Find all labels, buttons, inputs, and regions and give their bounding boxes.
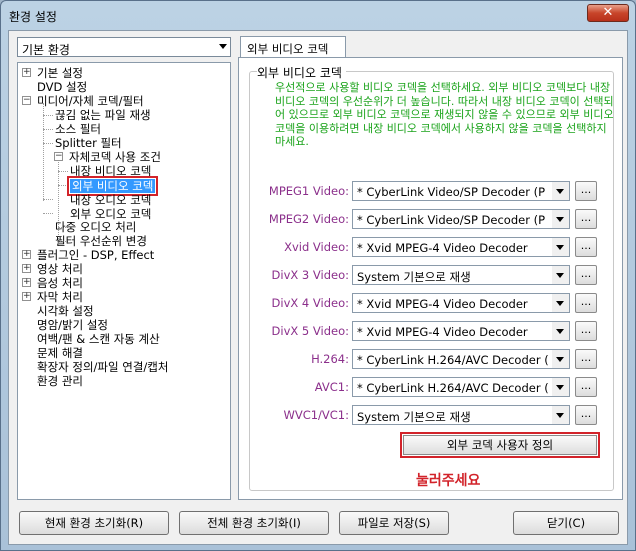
collapse-icon[interactable]: − — [54, 152, 63, 161]
tree-item-troubleshoot[interactable]: 문제 해결 — [37, 346, 83, 360]
divx5-label: DivX 5 Video: — [271, 324, 349, 338]
mpeg2-more-button[interactable]: ... — [575, 209, 597, 229]
group-title: 외부 비디오 코덱 — [257, 64, 346, 81]
xvid-more-button[interactable]: ... — [575, 237, 597, 257]
divx3-label: DivX 3 Video: — [271, 268, 349, 282]
collapse-icon[interactable]: − — [22, 96, 31, 105]
divx5-select[interactable]: * Xvid MPEG-4 Video Decoder — [352, 321, 570, 341]
chevron-down-icon — [556, 413, 564, 418]
window-title: 환경 설정 — [9, 10, 57, 24]
tree-item-multi-audio[interactable]: 다중 오디오 처리 — [55, 220, 136, 234]
divx5-more-button[interactable]: ... — [575, 321, 597, 341]
expand-icon[interactable]: + — [22, 250, 31, 259]
divx3-select[interactable]: System 기본으로 재생 — [352, 265, 570, 285]
chevron-down-icon — [556, 385, 564, 390]
xvid-select[interactable]: * Xvid MPEG-4 Video Decoder — [352, 237, 570, 257]
title-bar[interactable]: 환경 설정 ✕ — [1, 1, 635, 29]
tree-item-visualization[interactable]: 시각화 설정 — [37, 304, 94, 318]
divx4-more-button[interactable]: ... — [575, 293, 597, 313]
chevron-down-icon — [556, 273, 564, 278]
tree-item-extensions[interactable]: 확장자 정의/파일 연결/캡처 — [37, 360, 168, 374]
h264-select[interactable]: * CyberLink H.264/AVC Decoder ( — [352, 349, 570, 369]
chevron-down-icon — [556, 189, 564, 194]
tree-item-filter-priority[interactable]: 필터 우선순위 변경 — [55, 234, 147, 248]
divx3-more-button[interactable]: ... — [575, 265, 597, 285]
mpeg1-label: MPEG1 Video: — [268, 184, 349, 198]
tree-item-source-filter[interactable]: 소스 필터 — [55, 122, 101, 136]
avc1-more-button[interactable]: ... — [575, 377, 597, 397]
reset-all-button[interactable]: 전체 환경 초기화(I) — [179, 511, 329, 535]
codec-description: 우선적으로 사용할 비디오 코덱을 선택하세요. 외부 비디오 코덱보다 내장 … — [275, 81, 614, 148]
tree-item-dvd[interactable]: DVD 설정 — [37, 80, 87, 94]
chevron-down-icon — [556, 245, 564, 250]
divx4-label: DivX 4 Video: — [271, 296, 349, 310]
divx4-select[interactable]: * Xvid MPEG-4 Video Decoder — [352, 293, 570, 313]
vc1-more-button[interactable]: ... — [575, 405, 597, 425]
chevron-down-icon — [219, 44, 227, 49]
profile-select-value: 기본 환경 — [22, 43, 70, 57]
dialog-client: 기본 환경 + 기본 설정 DVD 설정 − 미디어/자체 코덱/필터 끊김 없는 … — [8, 30, 628, 545]
close-icon: ✕ — [602, 5, 614, 20]
vc1-label: WVC1/VC1: — [283, 408, 349, 422]
chevron-down-icon — [556, 217, 564, 222]
xvid-label: Xvid Video: — [284, 240, 349, 254]
chevron-down-icon — [556, 329, 564, 334]
mpeg1-select[interactable]: * CyberLink Video/SP Decoder (P — [352, 181, 570, 201]
expand-icon[interactable]: + — [22, 278, 31, 287]
settings-window: 환경 설정 ✕ 기본 환경 + 기본 설정 DVD 설정 − 미디어/자체 코덱/필… — [0, 0, 636, 551]
expand-icon[interactable]: + — [22, 68, 31, 77]
tab-external-video-codec[interactable]: 외부 비디오 코덱 — [240, 36, 346, 58]
tree-item-pan-scan[interactable]: 여백/팬 & 스캔 자동 계산 — [37, 332, 160, 346]
save-to-file-button[interactable]: 파일로 저장(S) — [339, 511, 449, 535]
tree-item-external-audio[interactable]: 외부 오디오 코덱 — [70, 207, 151, 221]
mpeg1-more-button[interactable]: ... — [575, 181, 597, 201]
custom-codec-button[interactable]: 외부 코덱 사용자 정의 — [400, 432, 600, 458]
press-note: 눌러주세요 — [416, 473, 481, 489]
tree-item-builtin-video[interactable]: 내장 비디오 코덱 — [70, 164, 151, 178]
tree-item-brightness[interactable]: 명암/밝기 설정 — [37, 318, 108, 332]
close-window-button[interactable]: ✕ — [587, 4, 629, 22]
chevron-down-icon — [556, 301, 564, 306]
chevron-down-icon — [556, 357, 564, 362]
h264-more-button[interactable]: ... — [575, 349, 597, 369]
profile-select[interactable]: 기본 환경 — [17, 37, 231, 57]
tree-item-splitter[interactable]: Splitter 필터 — [55, 136, 122, 150]
expand-icon[interactable]: + — [22, 264, 31, 273]
settings-tree: + 기본 설정 DVD 설정 − 미디어/자체 코덱/필터 끊김 없는 파일 재생 … — [17, 62, 231, 500]
tree-item-seamless[interactable]: 끊김 없는 파일 재생 — [55, 108, 151, 122]
close-button[interactable]: 닫기(C) — [513, 511, 619, 535]
avc1-select[interactable]: * CyberLink H.264/AVC Decoder ( — [352, 377, 570, 397]
h264-label: H.264: — [311, 352, 349, 366]
tree-item-env-management[interactable]: 환경 관리 — [37, 374, 83, 388]
expand-icon[interactable]: + — [22, 292, 31, 301]
reset-current-button[interactable]: 현재 환경 초기화(R) — [19, 511, 169, 535]
vc1-select[interactable]: System 기본으로 재생 — [352, 405, 570, 425]
tree-item-builtin-audio[interactable]: 내장 오디오 코덱 — [70, 193, 151, 207]
tree-item-external-video[interactable]: 외부 비디오 코덱 — [66, 176, 159, 196]
mpeg2-label: MPEG2 Video: — [268, 212, 349, 226]
avc1-label: AVC1: — [314, 380, 349, 394]
mpeg2-select[interactable]: * CyberLink Video/SP Decoder (P — [352, 209, 570, 229]
